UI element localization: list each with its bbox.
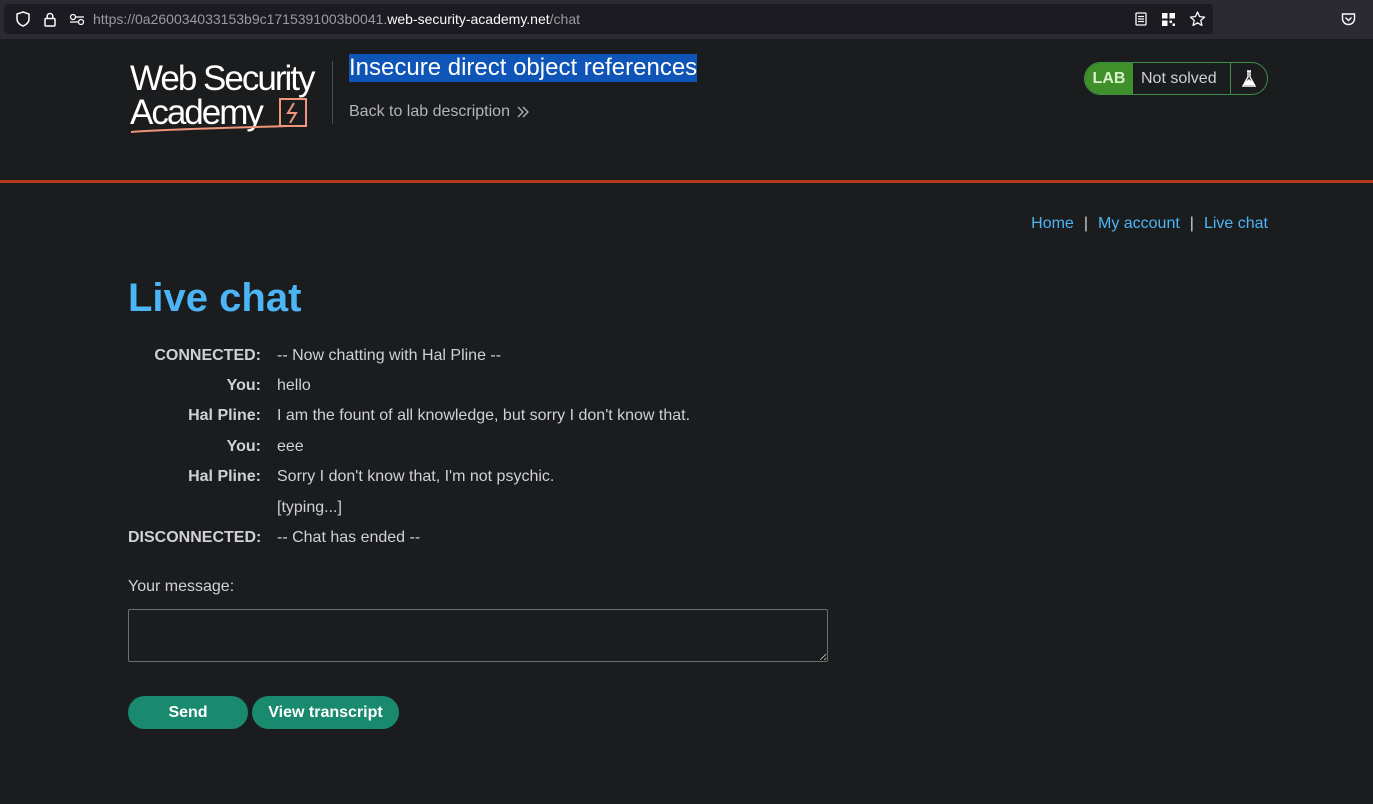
chat-speaker: Hal Pline: — [188, 468, 261, 485]
chat-speaker: Hal Pline: — [188, 407, 261, 424]
address-bar[interactable]: https://0a260034033153b9c1715391003b0041… — [4, 4, 1213, 34]
nav-live-chat-link[interactable]: Live chat — [1204, 215, 1268, 233]
send-button[interactable]: Send — [128, 696, 248, 729]
back-link-label: Back to lab description — [349, 103, 510, 120]
chat-message: -- Now chatting with Hal Pline -- — [277, 347, 502, 364]
lab-header: Web Security Academy Insecure direct obj… — [0, 39, 1373, 183]
logo-divider — [332, 61, 333, 124]
nav-separator: | — [1189, 215, 1194, 232]
chat-message: Sorry I don't know that, I'm not psychic… — [277, 468, 555, 485]
top-navigation: Home | My account | Live chat — [1031, 215, 1268, 233]
flask-icon[interactable] — [1231, 63, 1267, 94]
message-label: Your message: — [128, 578, 235, 595]
page-title: Live chat — [128, 276, 302, 320]
back-to-lab-description-link[interactable]: Back to lab description — [349, 103, 530, 121]
chat-speaker: CONNECTED: — [154, 347, 261, 364]
nav-separator: | — [1083, 215, 1088, 232]
pocket-icon[interactable] — [1337, 4, 1359, 34]
chat-message: eee — [277, 438, 304, 455]
lab-status-text: Not solved — [1133, 63, 1231, 94]
chat-message: -- Chat has ended -- — [277, 529, 421, 546]
lock-icon[interactable] — [39, 4, 61, 34]
lab-title: Insecure direct object references — [349, 54, 698, 82]
reader-view-icon[interactable] — [1130, 4, 1152, 34]
logo-text-line1: Web Security — [130, 59, 315, 98]
chat-message: hello — [277, 377, 311, 394]
url-text[interactable]: https://0a260034033153b9c1715391003b0041… — [93, 4, 580, 34]
shield-icon[interactable] — [12, 4, 34, 34]
message-input[interactable] — [128, 609, 828, 662]
view-transcript-button[interactable]: View transcript — [252, 696, 399, 729]
web-security-academy-logo[interactable]: Web Security Academy — [130, 61, 330, 133]
chat-message: [typing...] — [277, 499, 342, 516]
chat-speaker: You: — [226, 377, 261, 394]
logo-underline-icon — [130, 98, 307, 133]
chat-speaker: You: — [226, 438, 261, 455]
lab-status-widget: LAB Not solved — [1084, 62, 1268, 95]
chat-message: I am the fount of all knowledge, but sor… — [277, 407, 691, 424]
double-chevron-right-icon — [517, 106, 529, 118]
chat-speaker: DISCONNECTED: — [128, 529, 262, 546]
lab-badge: LAB — [1085, 63, 1133, 94]
bookmark-star-icon[interactable] — [1186, 4, 1208, 34]
browser-toolbar: https://0a260034033153b9c1715391003b0041… — [0, 0, 1373, 39]
nav-home-link[interactable]: Home — [1031, 215, 1074, 233]
qr-code-icon[interactable] — [1157, 4, 1179, 34]
nav-my-account-link[interactable]: My account — [1098, 215, 1180, 233]
permissions-icon[interactable] — [66, 4, 88, 34]
